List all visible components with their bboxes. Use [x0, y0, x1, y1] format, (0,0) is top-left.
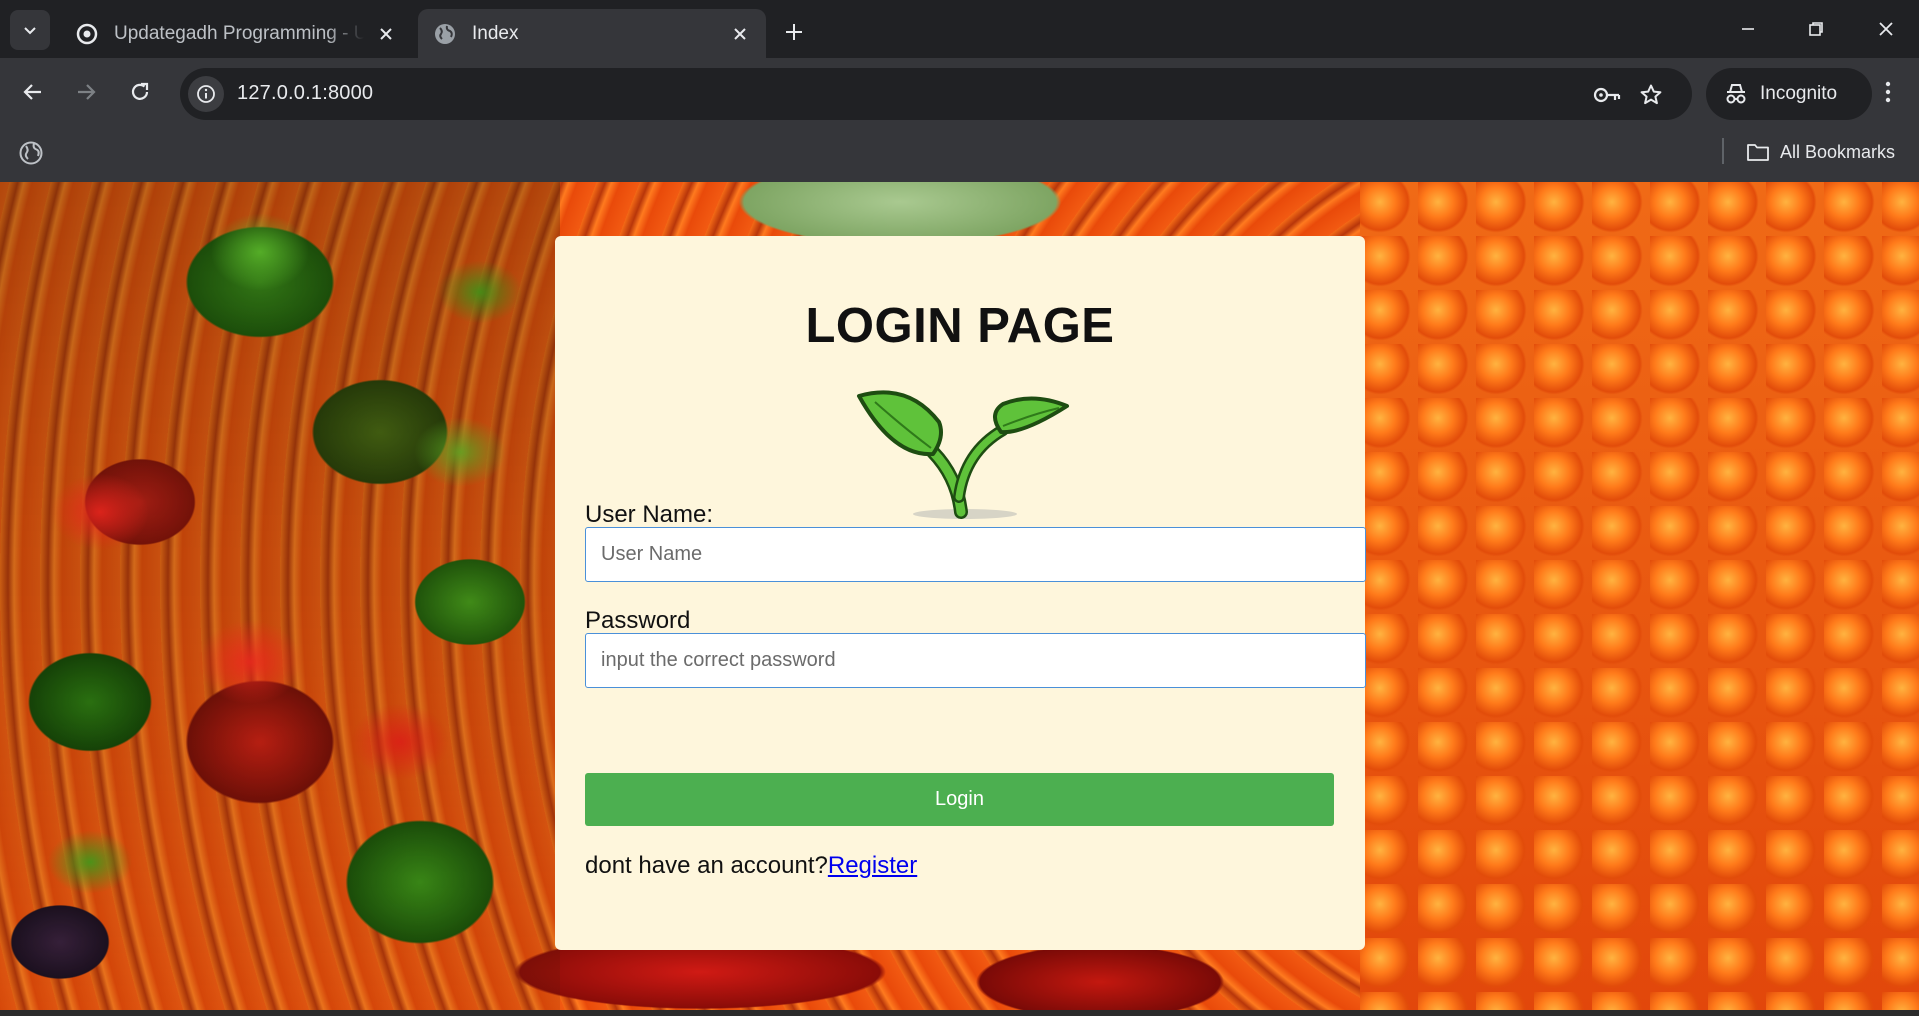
- arrow-right-icon: [78, 84, 96, 100]
- minimize-button[interactable]: [1720, 8, 1776, 50]
- page-title: LOGIN PAGE: [805, 299, 1115, 353]
- all-bookmarks-label: All Bookmarks: [1780, 141, 1896, 162]
- tab-title: Index: [472, 22, 519, 44]
- restore-button[interactable]: [1788, 8, 1844, 50]
- tab-search-button[interactable]: [10, 10, 50, 50]
- background-peppers-left: [0, 182, 560, 1010]
- close-tab-icon[interactable]: [372, 20, 400, 48]
- bottom-edge: [0, 1010, 1919, 1016]
- new-tab-button[interactable]: [776, 14, 812, 50]
- page-viewport: LOGIN PAGE User Name: Password Login don…: [0, 182, 1919, 1010]
- globe-icon: [435, 23, 455, 44]
- tab-title: Updategadh Programming - Up: [114, 22, 364, 44]
- incognito-profile-button[interactable]: Incognito: [1706, 68, 1872, 120]
- key-icon: [1593, 87, 1621, 103]
- username-label: User Name:: [585, 501, 714, 528]
- sprout-logo-icon: [857, 390, 1069, 519]
- folder-icon: [1747, 144, 1769, 161]
- tab-index[interactable]: Index: [418, 9, 766, 58]
- tab-updategadh[interactable]: Updategadh Programming - Up: [60, 9, 412, 58]
- info-icon: [197, 85, 215, 103]
- username-input[interactable]: [585, 527, 1366, 582]
- bookmarks-divider: [1722, 138, 1724, 164]
- reload-icon: [131, 82, 149, 100]
- restore-icon: [1809, 22, 1823, 36]
- close-icon: [1879, 22, 1893, 36]
- register-prompt-text: dont have an account?: [585, 852, 828, 879]
- incognito-icon: [1726, 84, 1746, 104]
- arrow-left-icon: [23, 84, 41, 100]
- browser-toolbar: 127.0.0.1:8000 Incognito: [0, 58, 1919, 126]
- updategadh-logo-icon: [76, 23, 98, 44]
- address-bar[interactable]: 127.0.0.1:8000: [180, 68, 1692, 120]
- more-vertical-icon: [1885, 81, 1891, 103]
- reload-button[interactable]: [120, 72, 160, 112]
- url-text: 127.0.0.1:8000: [237, 82, 374, 104]
- password-input[interactable]: [585, 633, 1366, 688]
- browser-menu-button[interactable]: [1868, 72, 1908, 112]
- back-button[interactable]: [13, 72, 53, 112]
- login-card: LOGIN PAGE User Name: Password Login don…: [555, 236, 1366, 950]
- login-button[interactable]: Login: [585, 773, 1334, 826]
- all-bookmarks-button[interactable]: All Bookmarks: [1746, 136, 1895, 168]
- bookmark-star-button[interactable]: [1636, 80, 1666, 110]
- close-tab-icon[interactable]: [726, 20, 754, 48]
- site-info-button[interactable]: [188, 76, 224, 112]
- star-icon: [1640, 84, 1662, 105]
- minimize-icon: [1742, 28, 1754, 30]
- globe-icon[interactable]: [18, 140, 44, 166]
- chevron-down-icon: [24, 27, 36, 35]
- forward-button[interactable]: [66, 72, 106, 112]
- password-key-button[interactable]: [1592, 80, 1622, 110]
- password-label: Password: [585, 607, 691, 634]
- background-peppers-right: [1360, 182, 1919, 1010]
- plus-icon: [786, 24, 802, 40]
- close-window-button[interactable]: [1858, 8, 1914, 50]
- incognito-label: Incognito: [1760, 83, 1838, 104]
- tab-strip: Updategadh Programming - Up Index: [0, 0, 1919, 58]
- register-prompt: dont have an account?Register: [585, 852, 917, 880]
- register-link[interactable]: Register: [828, 852, 917, 879]
- bookmarks-bar: All Bookmarks: [0, 126, 1919, 182]
